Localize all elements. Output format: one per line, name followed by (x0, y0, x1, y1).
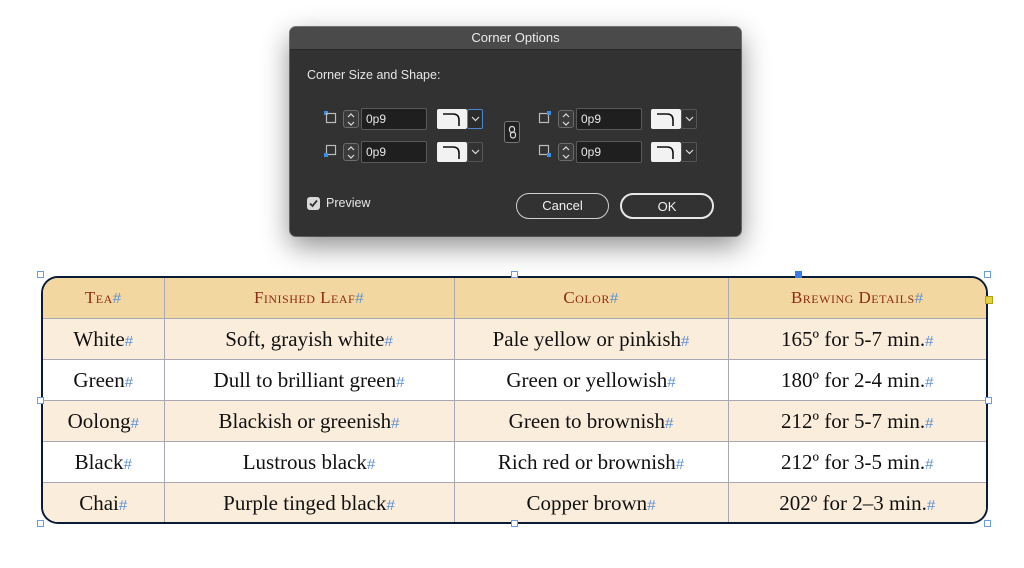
selection-handle[interactable] (984, 271, 991, 278)
dialog-title: Corner Options (290, 27, 741, 50)
table-cell[interactable]: Lustrous black# (163, 441, 455, 483)
table-cell[interactable]: 202º for 2–3 min.# (727, 482, 986, 522)
table-cell[interactable]: Dull to brilliant green# (163, 359, 455, 401)
top-right-size-stepper[interactable] (558, 110, 574, 128)
table-cell[interactable]: Green to brownish# (453, 400, 729, 442)
table-row: Chai# Purple tinged black# Copper brown#… (43, 482, 986, 522)
top-left-shape-swatch[interactable] (437, 109, 467, 129)
table-cell[interactable]: 212º for 5-7 min.# (727, 400, 986, 442)
link-corners-button[interactable] (504, 121, 520, 143)
selection-handle[interactable] (984, 520, 991, 527)
corner-size-shape-label: Corner Size and Shape: (307, 68, 441, 82)
bottom-right-shape-swatch[interactable] (651, 142, 681, 162)
selection-handle[interactable] (511, 520, 518, 527)
bottom-right-shape-dropdown[interactable] (681, 142, 697, 162)
selection-handle[interactable] (511, 271, 518, 278)
top-right-corner-icon (538, 110, 552, 124)
tea-table-frame[interactable]: Tea# Finished Leaf# Color# Brewing Detai… (41, 276, 988, 524)
table-cell[interactable]: 180º for 2-4 min.# (727, 359, 986, 401)
table-cell[interactable]: Green# (43, 359, 165, 401)
tea-table: Tea# Finished Leaf# Color# Brewing Detai… (43, 278, 986, 522)
table-row: Oolong# Blackish or greenish# Green to b… (43, 400, 986, 442)
preview-checkbox[interactable] (307, 197, 320, 210)
table-row: Green# Dull to brilliant green# Green or… (43, 359, 986, 401)
table-cell[interactable]: Oolong# (43, 400, 165, 442)
selection-handle[interactable] (37, 397, 44, 404)
top-left-size-input[interactable]: 0p9 (361, 108, 427, 130)
table-cell[interactable]: Blackish or greenish# (163, 400, 455, 442)
table-cell[interactable]: Copper brown# (453, 482, 729, 522)
top-right-shape-swatch[interactable] (651, 109, 681, 129)
bottom-right-size-input[interactable]: 0p9 (576, 141, 642, 163)
table-cell[interactable]: Pale yellow or pinkish# (453, 318, 729, 360)
table-cell[interactable]: White# (43, 318, 165, 360)
table-cell[interactable]: Black# (43, 441, 165, 483)
table-cell[interactable]: Soft, grayish white# (163, 318, 455, 360)
bottom-left-size-input[interactable]: 0p9 (361, 141, 427, 163)
bottom-left-shape-dropdown[interactable] (467, 142, 483, 162)
header-cell[interactable]: Tea# (43, 278, 165, 319)
top-left-corner-icon (323, 110, 337, 124)
chain-link-icon (508, 126, 517, 139)
header-cell[interactable]: Brewing Details# (727, 278, 986, 319)
top-left-shape-dropdown[interactable] (467, 109, 483, 129)
selection-handle[interactable] (37, 520, 44, 527)
header-cell[interactable]: Color# (453, 278, 729, 319)
table-cell[interactable]: Green or yellowish# (453, 359, 729, 401)
corner-options-dialog: Corner Options Corner Size and Shape: 0p… (290, 27, 741, 236)
top-left-size-stepper[interactable] (343, 110, 359, 128)
table-cell[interactable]: Purple tinged black# (163, 482, 455, 522)
preview-label: Preview (326, 196, 371, 210)
table-row: White# Soft, grayish white# Pale yellow … (43, 318, 986, 360)
table-cell[interactable]: 212º for 3-5 min.# (727, 441, 986, 483)
top-right-shape-dropdown[interactable] (681, 109, 697, 129)
bottom-right-corner-icon (538, 144, 552, 158)
table-cell[interactable]: Rich red or brownish# (453, 441, 729, 483)
header-cell[interactable]: Finished Leaf# (163, 278, 455, 319)
selection-handle[interactable] (985, 397, 992, 404)
bottom-right-size-stepper[interactable] (558, 143, 574, 161)
ok-button[interactable]: OK (620, 193, 714, 219)
bottom-left-shape-swatch[interactable] (437, 142, 467, 162)
bottom-left-size-stepper[interactable] (343, 143, 359, 161)
checkmark-icon (309, 199, 318, 208)
selection-handle[interactable] (795, 271, 802, 278)
bottom-left-corner-icon (323, 144, 337, 158)
selection-handle[interactable] (37, 271, 44, 278)
top-right-size-input[interactable]: 0p9 (576, 108, 642, 130)
table-row: Black# Lustrous black# Rich red or brown… (43, 441, 986, 483)
table-cell[interactable]: Chai# (43, 482, 165, 522)
table-cell[interactable]: 165º for 5-7 min.# (727, 318, 986, 360)
live-corners-handle[interactable] (985, 296, 993, 304)
cancel-button[interactable]: Cancel (516, 193, 609, 219)
table-header-row: Tea# Finished Leaf# Color# Brewing Detai… (43, 278, 986, 319)
